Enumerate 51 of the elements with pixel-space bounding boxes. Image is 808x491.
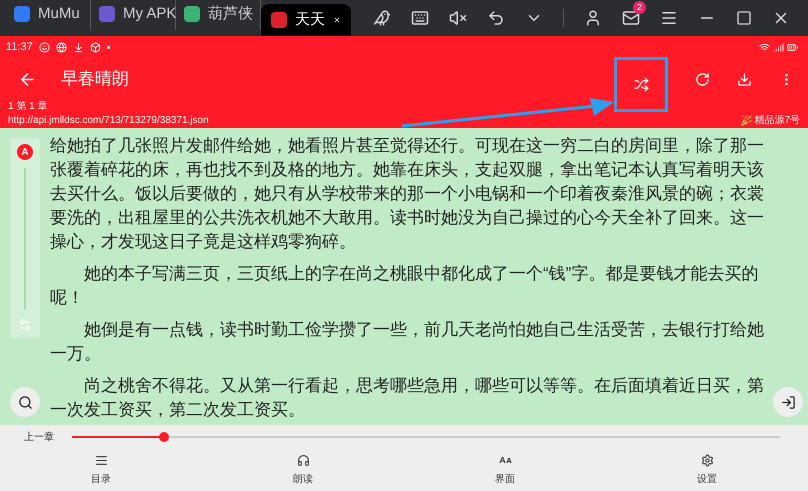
- story-paragraph: 尚之桃舍不得花。又从第一行看起，思考哪些急用，哪些可以等等。在后面填着近日买，第一次发工资买，第二次发工资买。: [50, 375, 765, 421]
- browser-tab[interactable]: MuMu: [6, 0, 91, 30]
- source-url: http://api.jmlldsc.com/713/713279/38371.json: [8, 114, 209, 127]
- tab-title: 葫芦侠: [208, 4, 253, 24]
- download-icon: [72, 42, 84, 52]
- settings-icon: [700, 454, 714, 466]
- bottom-nav-item[interactable]: 界面: [404, 449, 606, 491]
- cube-icon: [90, 42, 101, 52]
- wifi-icon: [759, 42, 770, 52]
- user-icon[interactable]: [584, 9, 602, 27]
- bird-icon[interactable]: [373, 9, 391, 27]
- shuffle-icon[interactable]: [634, 76, 648, 92]
- list-icon: [94, 454, 108, 466]
- book-title: 早春晴朗: [61, 68, 129, 90]
- slider-thumb[interactable]: [159, 432, 170, 442]
- enter-icon: [780, 394, 796, 410]
- exit-button[interactable]: [773, 387, 803, 417]
- source-name: 精品源7号: [754, 114, 800, 127]
- bottom-nav-item[interactable]: 目录: [0, 449, 202, 491]
- keyboard-icon[interactable]: [411, 9, 429, 27]
- mute-icon[interactable]: [449, 9, 467, 27]
- previous-chapter-link[interactable]: 上一章: [24, 430, 54, 444]
- browser-tab[interactable]: 葫芦侠: [176, 0, 261, 30]
- bottom-nav-item[interactable]: 设置: [606, 449, 808, 491]
- app-icon: [38, 42, 50, 52]
- story-paragraph: 她的本子写满三页，三页纸上的字在尚之桃眼中都化成了一个“钱”字。都是要钱才能去买的呢！: [50, 263, 760, 309]
- menu-icon[interactable]: [660, 9, 678, 27]
- status-time: 11:37: [6, 40, 33, 55]
- globe-icon: [56, 42, 67, 52]
- bottom-nav-item[interactable]: 朗读: [202, 449, 404, 491]
- font-badge[interactable]: A: [17, 144, 33, 160]
- refresh-icon[interactable]: [695, 72, 710, 86]
- tab-title: MuMu: [38, 4, 80, 24]
- party-popper-icon: [741, 115, 752, 126]
- browser-tab[interactable]: 天天: [261, 4, 351, 36]
- undo-icon[interactable]: [487, 9, 505, 27]
- maximize-icon[interactable]: [736, 10, 752, 26]
- browser-tab[interactable]: My APK: [91, 0, 176, 30]
- story-paragraph: 她倒是有一点钱，读书时勤工俭学攒了一些，前几天老尚怕她自己生活受苦，去银行打给她一万。: [50, 319, 765, 365]
- tab-title: 天天: [295, 10, 325, 30]
- signal-icon: [773, 42, 784, 52]
- notification-badge: 2: [633, 1, 646, 14]
- story-paragraph: 给她拍了几张照片发邮件给她，她看照片甚至觉得还行。可现在这一穷二白的房间里，除了那一张覆着碎花的床，再也找不到及格的地方。她靠在床头，支起双腿，拿出笔记本认真写着明天该去买什么。饭以后要做的，她只有从学校带来的那一个小电锅和一个印着夜秦淮风景的碗；衣裳要洗的，出租屋里的公共洗衣机她不大敢用。读书时她没为自己操过的心今天全补了回来。这一操心，才发现这日子竟是这样鸡零狗碎。: [50, 135, 765, 253]
- download-icon[interactable]: [737, 72, 752, 86]
- mail-icon[interactable]: [622, 9, 640, 27]
- search-button[interactable]: [10, 387, 40, 417]
- tab-title: My APK: [123, 4, 176, 24]
- search-icon: [18, 394, 32, 410]
- headphones-icon: [296, 454, 310, 466]
- chapter-label: 1 第 1 章: [8, 100, 48, 114]
- battery-icon: [787, 42, 798, 52]
